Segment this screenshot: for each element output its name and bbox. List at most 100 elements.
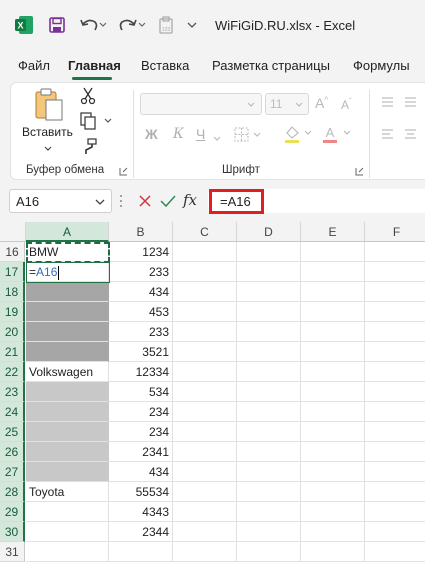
cell-d[interactable] [237,362,301,382]
cell-d[interactable] [237,522,301,542]
cell-d[interactable] [237,262,301,282]
worksheet-grid[interactable]: A B C D E F 16 BMW 1234 17 =A16 233 18 434 19 453… [0,222,425,581]
cell-b[interactable]: 233 [109,322,173,342]
cell-d[interactable] [237,322,301,342]
cell-b[interactable]: 453 [109,302,173,322]
cell-c[interactable] [173,242,237,262]
cell-d[interactable] [237,282,301,302]
formula-input[interactable]: =A16 [209,189,264,214]
cell-e[interactable] [301,342,365,362]
cell-d[interactable] [237,422,301,442]
font-size-dropdown[interactable]: 11 [265,93,309,115]
cell-b[interactable]: 2344 [109,522,173,542]
save-icon[interactable] [47,15,67,35]
cell-b[interactable] [109,542,173,562]
cell-e[interactable] [301,522,365,542]
cell-a[interactable] [26,442,109,462]
cell-d[interactable] [237,302,301,322]
cell-c[interactable] [173,462,237,482]
italic-button[interactable]: К [173,126,184,142]
undo-icon[interactable] [78,15,108,35]
clipboard-format-icon[interactable]: 123 [157,15,175,35]
cell-b[interactable]: 234 [109,422,173,442]
row-header[interactable]: 17 [0,262,25,282]
row-header[interactable]: 18 [0,282,25,302]
cell-e[interactable] [301,502,365,522]
row-header[interactable]: 20 [0,322,25,342]
row-header[interactable]: 16 [0,242,25,262]
cell-c[interactable] [173,442,237,462]
cell-a[interactable] [26,462,109,482]
column-header-d[interactable]: D [237,222,301,242]
row-header[interactable]: 31 [0,542,25,562]
cell-b[interactable]: 12334 [109,362,173,382]
cell-b[interactable]: 234 [109,402,173,422]
cell-c[interactable] [173,482,237,502]
cell-c[interactable] [173,542,237,562]
cell-f[interactable] [365,542,425,562]
cell-a[interactable] [26,422,109,442]
cell-a[interactable] [26,302,109,322]
cell-a[interactable] [26,402,109,422]
cell-e[interactable] [301,442,365,462]
bold-button[interactable]: Ж [145,126,158,142]
cell-f[interactable] [365,382,425,402]
cell-b[interactable]: 2341 [109,442,173,462]
cell-e[interactable] [301,282,365,302]
cell-d[interactable] [237,402,301,422]
cell-b[interactable]: 1234 [109,242,173,262]
cell-b[interactable]: 534 [109,382,173,402]
fill-color-icon[interactable] [283,124,315,147]
cell-b[interactable]: 434 [109,462,173,482]
row-header[interactable]: 29 [0,502,25,522]
cell-a[interactable] [26,282,109,302]
cell-e[interactable] [301,462,365,482]
cell-f[interactable] [365,242,425,262]
font-dialog-launcher-icon[interactable] [355,165,364,179]
cell-c[interactable] [173,262,237,282]
row-header[interactable]: 25 [0,422,25,442]
cell-e[interactable] [301,382,365,402]
cell-d[interactable] [237,542,301,562]
cell-e[interactable] [301,322,365,342]
cell-d[interactable] [237,462,301,482]
cell-f[interactable] [365,342,425,362]
customize-toolbar-icon[interactable] [185,15,199,35]
cell-b[interactable]: 233 [109,262,173,282]
cell-c[interactable] [173,322,237,342]
column-header-f[interactable]: F [365,222,425,242]
row-header[interactable]: 28 [0,482,25,502]
dialog-launcher-icon[interactable] [119,165,128,179]
cell-e[interactable] [301,422,365,442]
align-top-icon[interactable] [381,96,425,113]
cell-b[interactable]: 434 [109,282,173,302]
cell-c[interactable] [173,282,237,302]
cell-b[interactable]: 55534 [109,482,173,502]
format-painter-icon[interactable] [80,138,98,159]
tab-formulas[interactable]: Формулы [353,58,410,73]
enter-icon[interactable] [160,194,176,211]
cell-a[interactable]: Toyota [26,482,109,502]
copy-icon[interactable] [80,112,112,133]
cell-d[interactable] [237,502,301,522]
column-header-b[interactable]: B [109,222,173,242]
cell-f[interactable] [365,442,425,462]
paste-button[interactable]: Вставить [22,88,74,151]
cell-e[interactable] [301,302,365,322]
cell-d[interactable] [237,442,301,462]
underline-button[interactable]: Ч [196,126,205,142]
tab-page-layout[interactable]: Разметка страницы [212,58,330,73]
select-all-corner[interactable] [0,222,26,242]
cell-f[interactable] [365,402,425,422]
cell-f[interactable] [365,462,425,482]
cell-f[interactable] [365,502,425,522]
tab-home[interactable]: Главная [68,58,121,73]
cell-c[interactable] [173,402,237,422]
cell-f[interactable] [365,422,425,442]
row-header[interactable]: 30 [0,522,25,542]
cancel-icon[interactable] [138,194,152,211]
row-header[interactable]: 26 [0,442,25,462]
cell-f[interactable] [365,522,425,542]
column-header-e[interactable]: E [301,222,365,242]
cell-f[interactable] [365,282,425,302]
